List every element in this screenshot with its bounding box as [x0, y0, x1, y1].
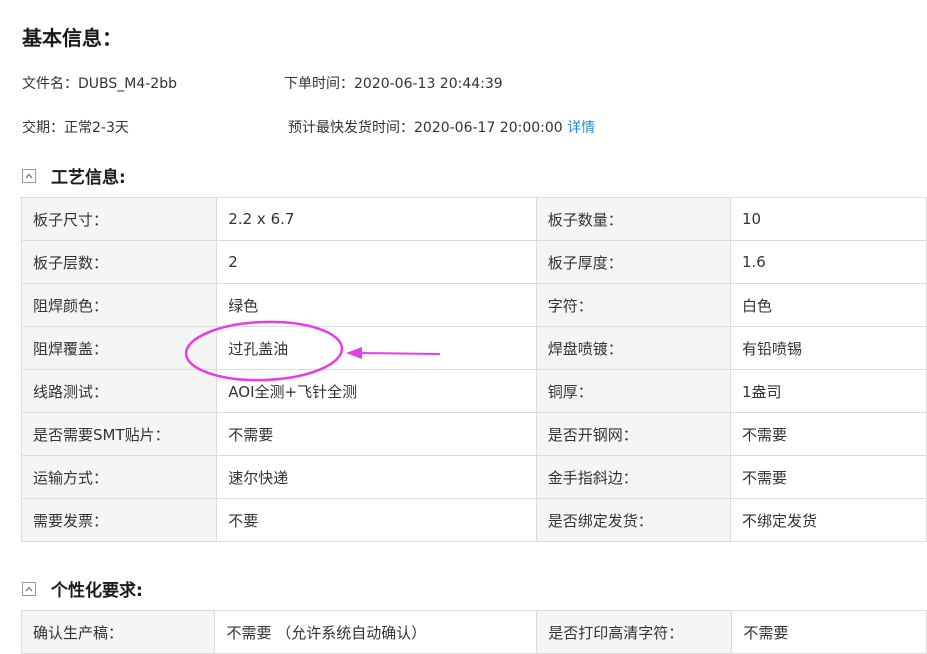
table-row: 板子尺寸： 2.2 x 6.7 板子数量： 10 — [20, 197, 927, 241]
order-time-value: 2020-06-13 20:44:39 — [354, 76, 503, 92]
basic-info-title: 基本信息： — [22, 26, 122, 50]
order-time-field: 下单时间：2020-06-13 20:44:39 — [284, 73, 503, 93]
spec-value: 不需要 — [729, 455, 927, 499]
spec-value: 1盎司 — [729, 369, 927, 413]
spec-value: 过孔盖油 — [216, 326, 537, 370]
spec-value: 不要 — [216, 498, 537, 542]
spec-value: AOI全测+飞针全测 — [216, 369, 537, 413]
spec-label: 是否开钢网： — [535, 412, 731, 456]
table-row: 阻焊颜色： 绿色 字符： 白色 — [20, 283, 927, 327]
spec-label: 需要发票： — [20, 498, 218, 542]
spec-label: 确认生产稿： — [20, 610, 216, 654]
spec-value: 2 — [216, 240, 537, 284]
spec-value: 不需要 — [216, 412, 537, 456]
spec-label: 阻焊颜色： — [20, 283, 218, 327]
delivery-label: 交期： — [22, 120, 64, 136]
delivery-value: 正常2-3天 — [64, 120, 129, 136]
custom-title: 个性化要求: — [51, 581, 143, 601]
spec-label: 线路测试： — [20, 369, 218, 413]
spec-label: 板子厚度： — [535, 240, 731, 284]
custom-header: 个性化要求: — [22, 576, 143, 601]
spec-value: 1.6 — [729, 240, 927, 284]
spec-label: 字符： — [535, 283, 731, 327]
spec-label: 阻焊覆盖： — [20, 326, 218, 370]
spec-label: 金手指斜边： — [535, 455, 731, 499]
spec-label: 板子数量： — [535, 197, 731, 241]
custom-table: 确认生产稿： 不需要 （允许系统自动确认） 是否打印高清字符： 不需要 — [20, 610, 927, 654]
ship-time-field: 预计最快发货时间：2020-06-17 20:00:00 详情 — [288, 117, 595, 137]
table-row: 是否需要SMT贴片： 不需要 是否开钢网： 不需要 — [20, 412, 927, 456]
filename-field: 文件名：DUBS_M4-2bb — [22, 73, 177, 93]
filename-value: DUBS_M4-2bb — [78, 76, 177, 92]
table-row: 需要发票： 不要 是否绑定发货： 不绑定发货 — [20, 498, 927, 542]
spec-value: 2.2 x 6.7 — [216, 197, 537, 241]
collapse-icon[interactable] — [22, 168, 36, 183]
table-row: 确认生产稿： 不需要 （允许系统自动确认） 是否打印高清字符： 不需要 — [20, 610, 927, 654]
process-table: 板子尺寸： 2.2 x 6.7 板子数量： 10 板子层数： 2 板子厚度： 1… — [20, 197, 927, 542]
spec-value: 不需要 — [731, 610, 927, 654]
ship-time-label: 预计最快发货时间： — [288, 120, 414, 136]
process-header: 工艺信息: — [22, 163, 126, 188]
spec-label: 是否绑定发货： — [535, 498, 731, 542]
spec-value: 10 — [729, 197, 927, 241]
collapse-icon[interactable] — [22, 581, 36, 596]
detail-link[interactable]: 详情 — [567, 120, 595, 136]
spec-label: 板子尺寸： — [20, 197, 218, 241]
spec-label: 是否需要SMT贴片： — [20, 412, 218, 456]
spec-label: 板子层数： — [20, 240, 218, 284]
table-row: 线路测试： AOI全测+飞针全测 铜厚： 1盎司 — [20, 369, 927, 413]
spec-label: 焊盘喷镀： — [535, 326, 731, 370]
spec-value: 不绑定发货 — [729, 498, 927, 542]
spec-value: 有铅喷锡 — [729, 326, 927, 370]
spec-label: 是否打印高清字符： — [536, 610, 733, 654]
process-title: 工艺信息: — [51, 168, 126, 188]
spec-value: 速尔快递 — [216, 455, 537, 499]
spec-label: 运输方式： — [20, 455, 218, 499]
spec-value: 白色 — [729, 283, 927, 327]
spec-value: 不需要 （允许系统自动确认） — [214, 610, 538, 654]
delivery-field: 交期：正常2-3天 — [22, 117, 129, 137]
spec-label: 铜厚： — [535, 369, 731, 413]
table-row: 运输方式： 速尔快递 金手指斜边： 不需要 — [20, 455, 927, 499]
table-row: 板子层数： 2 板子厚度： 1.6 — [20, 240, 927, 284]
table-row: 阻焊覆盖： 过孔盖油 焊盘喷镀： 有铅喷锡 — [20, 326, 927, 370]
spec-value: 不需要 — [729, 412, 927, 456]
ship-time-value: 2020-06-17 20:00:00 — [414, 120, 563, 136]
filename-label: 文件名： — [22, 76, 78, 92]
order-time-label: 下单时间： — [284, 76, 354, 92]
spec-value: 绿色 — [216, 283, 537, 327]
